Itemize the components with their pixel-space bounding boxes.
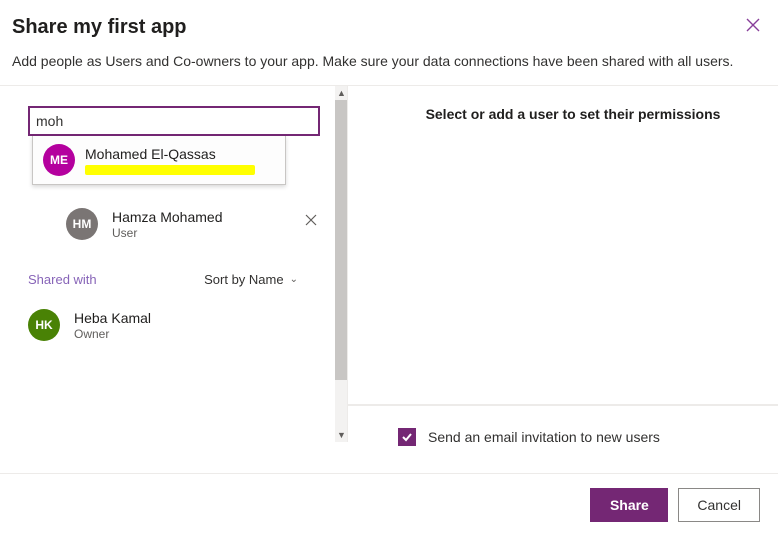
sort-label: Sort by Name [204, 272, 283, 287]
scrollbar-thumb[interactable] [335, 100, 348, 380]
user-search-input[interactable] [28, 106, 320, 136]
close-icon[interactable] [746, 18, 760, 36]
email-invite-checkbox[interactable] [398, 428, 416, 446]
shared-user-row[interactable]: HK Heba Kamal Owner [28, 309, 329, 341]
suggestion-name: Mohamed El-Qassas [85, 146, 255, 162]
user-name: Hamza Mohamed [112, 209, 223, 225]
sort-by-button[interactable]: Sort by Name ⌄ [204, 272, 298, 287]
shared-with-label: Shared with [28, 272, 97, 287]
avatar: HM [66, 208, 98, 240]
remove-user-icon[interactable] [305, 214, 317, 229]
scroll-up-icon[interactable]: ▲ [335, 86, 348, 100]
user-name: Heba Kamal [74, 310, 151, 326]
scroll-down-icon[interactable]: ▼ [335, 428, 348, 442]
user-role: Owner [74, 327, 151, 341]
email-invite-label: Send an email invitation to new users [428, 429, 660, 445]
dialog-subtitle: Add people as Users and Co-owners to you… [0, 47, 778, 85]
suggestion-dropdown[interactable]: ME Mohamed El-Qassas [32, 136, 286, 185]
divider [0, 473, 778, 474]
share-button[interactable]: Share [590, 488, 668, 522]
chevron-down-icon: ⌄ [290, 274, 298, 285]
permissions-placeholder: Select or add a user to set their permis… [388, 106, 758, 122]
pending-user-row[interactable]: HM Hamza Mohamed User [28, 204, 329, 244]
divider [348, 404, 778, 406]
dialog-title: Share my first app [12, 16, 760, 39]
cancel-button[interactable]: Cancel [678, 488, 760, 522]
user-role: User [112, 226, 223, 240]
avatar: HK [28, 309, 60, 341]
redacted-email [85, 165, 255, 175]
avatar: ME [43, 144, 75, 176]
